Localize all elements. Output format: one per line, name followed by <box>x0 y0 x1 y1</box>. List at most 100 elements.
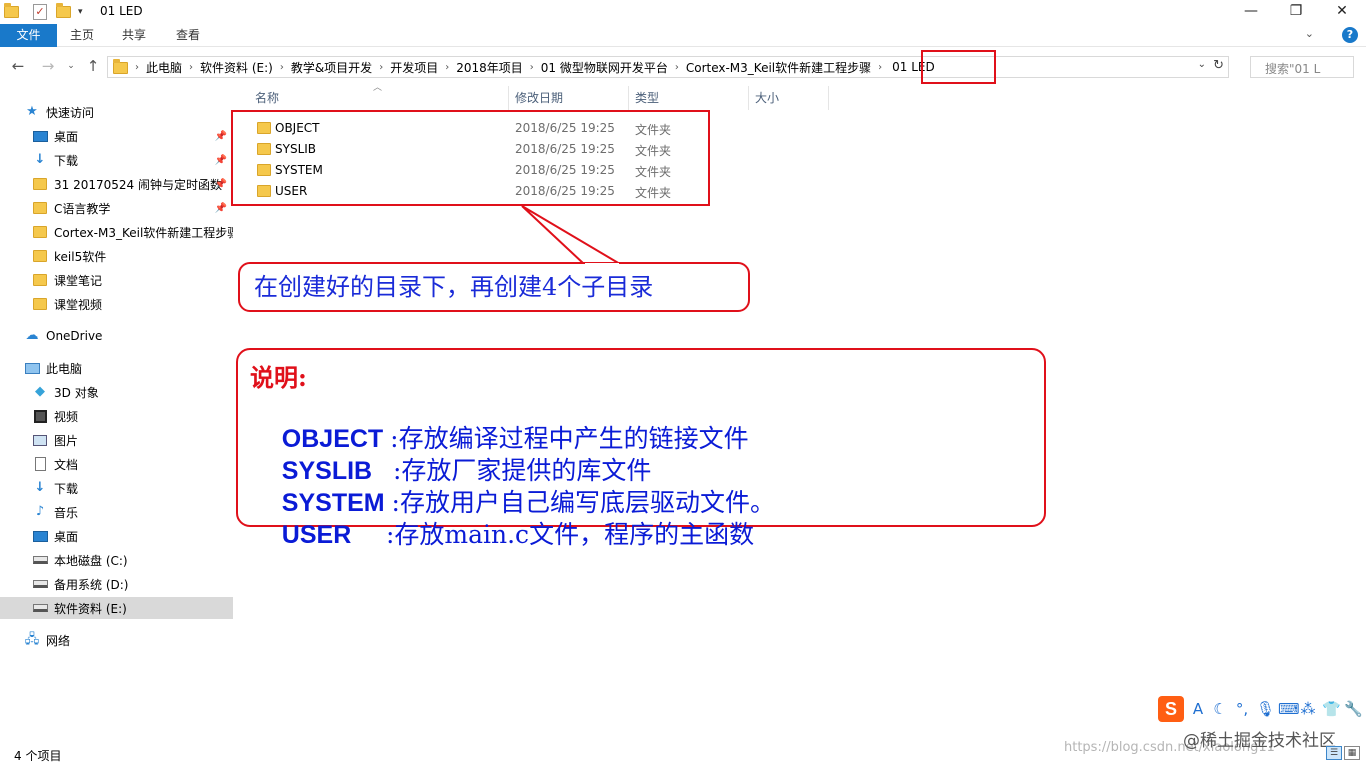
nav-item-downloads[interactable]: ↓ 下载 <box>32 477 233 499</box>
pin-icon[interactable]: 📌 <box>215 131 227 142</box>
view-switcher: ☰ ▦ <box>1326 746 1360 760</box>
microphone-icon[interactable]: 🎙 <box>1256 700 1275 718</box>
nav-label: Cortex-M3_Keil软件新建工程步骤 <box>54 225 233 240</box>
nav-onedrive[interactable]: ☁ OneDrive <box>24 325 233 347</box>
nav-label: 备用系统 (D:) <box>54 577 129 592</box>
folder-icon <box>32 177 48 191</box>
keyboard-icon[interactable]: ⌨ <box>1278 700 1300 718</box>
nav-label: 下载 <box>54 153 79 168</box>
item-count: 4 个项目 <box>14 749 62 763</box>
ime-logo[interactable]: S <box>1158 696 1184 722</box>
chevron-right-icon[interactable]: › <box>376 62 386 73</box>
chevron-right-icon[interactable]: › <box>442 62 452 73</box>
nav-item-folder[interactable]: keil5软件 <box>32 245 233 267</box>
nav-item-pictures[interactable]: 图片 <box>32 429 233 451</box>
tab-view[interactable]: 查看 <box>162 24 214 47</box>
nav-item-3d-objects[interactable]: ◆ 3D 对象 <box>32 381 233 403</box>
breadcrumb-item[interactable]: 01 微型物联网开发平台 <box>537 59 672 76</box>
column-header-date[interactable]: 修改日期 <box>515 86 563 110</box>
folder-icon <box>32 297 48 311</box>
chevron-down-icon[interactable]: ⌄ <box>1305 27 1314 40</box>
folder-icon <box>113 59 128 74</box>
tab-home[interactable]: 主页 <box>57 24 107 47</box>
nav-quick-access[interactable]: ★ 快速访问 <box>24 101 257 123</box>
tab-file[interactable]: 文件 <box>0 24 57 47</box>
nav-item-desktop[interactable]: 桌面 <box>32 525 233 547</box>
new-folder-icon[interactable] <box>56 2 71 20</box>
maximize-button[interactable]: ❐ <box>1273 0 1319 24</box>
properties-icon[interactable]: ✓ <box>33 3 47 20</box>
column-divider[interactable] <box>508 86 509 110</box>
callout-text: 在创建好的目录下，再创建4个子目录 <box>238 262 750 312</box>
nav-item-downloads[interactable]: ↓ 下载 📌 <box>32 149 233 171</box>
nav-item-documents[interactable]: 文档 <box>32 453 233 475</box>
breadcrumb-item[interactable]: 2018年项目 <box>452 59 527 76</box>
search-input[interactable]: 搜索"01 L <box>1250 56 1354 78</box>
nav-item-drive-e[interactable]: 软件资料 (E:) <box>0 597 233 619</box>
minimize-button[interactable]: — <box>1228 0 1274 24</box>
ime-toolbar: S A ☾ °, 🎙 ⌨ ⁂ 👕 🔧 <box>1158 694 1363 724</box>
column-divider[interactable] <box>828 86 829 110</box>
nav-item-folder[interactable]: 课堂笔记 <box>32 269 233 291</box>
nav-label: 网络 <box>46 633 71 648</box>
chevron-right-icon[interactable]: › <box>186 62 196 73</box>
chevron-right-icon[interactable]: › <box>672 62 682 73</box>
column-header-type[interactable]: 类型 <box>635 86 659 110</box>
tab-share[interactable]: 共享 <box>108 24 160 47</box>
folder-icon <box>32 201 48 215</box>
wrench-icon[interactable]: 🔧 <box>1344 700 1363 718</box>
shirt-icon[interactable]: 👕 <box>1322 700 1341 718</box>
explanation-box: 说明: OBJECT :存放编译过程中产生的链接文件 SYSLIB :存放厂家提… <box>236 348 1046 549</box>
large-icons-view-icon[interactable]: ▦ <box>1344 746 1360 760</box>
nav-label: OneDrive <box>46 329 103 343</box>
column-header-size[interactable]: 大小 <box>755 86 779 110</box>
up-icon[interactable]: ↑ <box>83 56 103 76</box>
star-icon: ★ <box>26 104 38 119</box>
nav-label: keil5软件 <box>54 249 107 264</box>
forward-icon[interactable]: → <box>38 56 58 76</box>
address-bar[interactable]: › 此电脑 › 软件资料 (E:) › 教学&项目开发 › 开发项目 › 201… <box>107 56 1229 78</box>
help-icon[interactable]: ? <box>1342 27 1358 43</box>
nav-item-folder[interactable]: 课堂视频 <box>32 293 233 315</box>
chevron-right-icon[interactable]: › <box>527 62 537 73</box>
chevron-right-icon[interactable]: › <box>875 62 885 73</box>
customize-toolbar-icon[interactable]: ▾ <box>78 3 83 20</box>
moon-icon[interactable]: ☾ <box>1212 700 1228 718</box>
computer-icon <box>24 361 40 375</box>
punctuation-icon[interactable]: °, <box>1234 700 1250 718</box>
pin-icon[interactable]: 📌 <box>215 203 227 214</box>
nav-item-folder[interactable]: C语言教学 📌 <box>32 197 233 219</box>
pin-icon[interactable]: 📌 <box>215 179 227 190</box>
breadcrumb-item[interactable]: 开发项目 <box>386 59 442 76</box>
nav-label: 快速访问 <box>46 105 95 120</box>
nav-item-videos[interactable]: 视频 <box>32 405 233 427</box>
nav-item-folder[interactable]: 31 20170524 闹钟与定时函数 📌 <box>32 173 233 195</box>
apps-icon[interactable]: ⁂ <box>1300 700 1316 718</box>
nav-label: 桌面 <box>54 129 79 144</box>
breadcrumb-item[interactable]: Cortex-M3_Keil软件新建工程步骤 <box>682 59 875 76</box>
nav-network[interactable]: 🖧 网络 <box>24 629 233 651</box>
pin-icon[interactable]: 📌 <box>215 155 227 166</box>
breadcrumb-item[interactable]: 软件资料 (E:) <box>196 59 277 76</box>
nav-label: 音乐 <box>54 505 79 520</box>
column-divider[interactable] <box>628 86 629 110</box>
chevron-right-icon[interactable]: › <box>277 62 287 73</box>
close-button[interactable]: ✕ <box>1319 0 1365 24</box>
breadcrumb-item[interactable]: 教学&项目开发 <box>287 59 376 76</box>
details-view-icon[interactable]: ☰ <box>1326 746 1342 760</box>
refresh-icon[interactable]: ↻ <box>1213 58 1224 73</box>
nav-item-music[interactable]: ♪ 音乐 <box>32 501 233 523</box>
column-divider[interactable] <box>748 86 749 110</box>
language-icon[interactable]: A <box>1190 700 1206 718</box>
nav-item-folder[interactable]: Cortex-M3_Keil软件新建工程步骤 <box>32 221 233 243</box>
chevron-down-icon[interactable]: ⌄ <box>1198 59 1206 70</box>
nav-this-pc[interactable]: 此电脑 <box>24 357 233 379</box>
nav-item-drive-c[interactable]: 本地磁盘 (C:) <box>32 549 233 571</box>
nav-item-desktop[interactable]: 桌面 📌 <box>32 125 233 147</box>
breadcrumb-item[interactable]: 此电脑 <box>142 59 186 76</box>
column-header-name[interactable]: 名称 <box>255 86 279 110</box>
back-icon[interactable]: ← <box>8 56 28 76</box>
nav-item-drive-d[interactable]: 备用系统 (D:) <box>32 573 233 595</box>
folder-icon[interactable] <box>4 2 19 20</box>
recent-locations-icon[interactable]: ⌄ <box>61 56 81 76</box>
